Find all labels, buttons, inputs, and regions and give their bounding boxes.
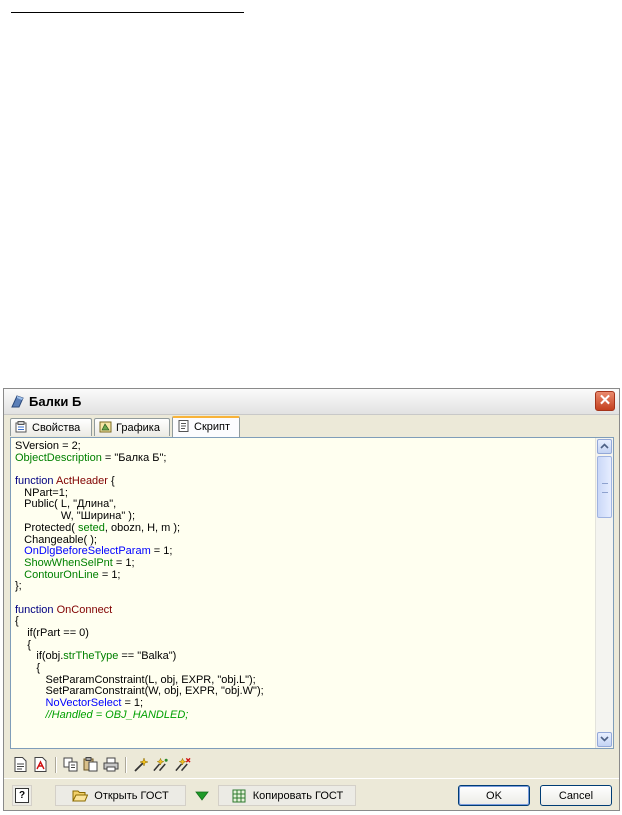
- tab-properties[interactable]: Свойства: [10, 418, 92, 436]
- copy-gost-label: Копировать ГОСТ: [252, 789, 344, 802]
- code-token: if(obj.: [15, 650, 64, 663]
- wand-multi-icon: [153, 757, 168, 771]
- paste-button[interactable]: [82, 755, 99, 773]
- open-gost-button[interactable]: Открыть ГОСТ: [55, 785, 186, 806]
- code-token: {: [15, 662, 41, 675]
- tab-properties-label: Свойства: [32, 422, 81, 434]
- code-line: if(rPart == 0): [15, 627, 591, 640]
- folder-open-icon: [72, 790, 89, 801]
- code-token: function: [15, 603, 57, 616]
- code-token: {: [15, 615, 19, 628]
- code-token: {: [15, 638, 31, 651]
- magic-wand-remove-button[interactable]: [174, 755, 191, 773]
- magic-wand-multi-button[interactable]: [152, 755, 169, 773]
- code-line: };: [15, 580, 591, 593]
- print-button[interactable]: [102, 755, 119, 773]
- code-token: Changeable( );: [15, 533, 97, 546]
- code-line: if(obj.strTheType == "Balka"): [15, 651, 591, 663]
- toolbar-separator: [125, 757, 127, 773]
- code-token: SetParamConstraint(L, obj, EXPR, "obj.L"…: [15, 673, 256, 686]
- close-button[interactable]: ✕: [595, 391, 615, 411]
- code-token: Protected(: [15, 521, 78, 534]
- code-token: };: [15, 580, 22, 593]
- beam-app-icon: [11, 395, 24, 408]
- help-icon: ?: [15, 788, 29, 803]
- toolbar-separator: [55, 757, 57, 773]
- code-token: , obozn, H, m );: [104, 521, 181, 534]
- code-token: ObjectDescription: [15, 451, 102, 464]
- chevron-up-icon: [600, 443, 609, 449]
- script-icon: [178, 420, 189, 432]
- copy-gost-button[interactable]: Копировать ГОСТ: [218, 785, 356, 806]
- tab-script-label: Скрипт: [194, 421, 231, 433]
- wand-icon: [133, 756, 149, 772]
- code-token: = "Балка Б";: [101, 451, 167, 464]
- code-line: function OnConnect: [15, 603, 591, 617]
- pdf-export-button[interactable]: [32, 755, 49, 773]
- code-token: NoVectorSelect: [15, 697, 122, 710]
- top-rule-line: [11, 12, 244, 13]
- graphics-icon: [99, 421, 112, 433]
- code-line: ContourOnLine = 1;: [15, 568, 591, 582]
- dialog-window: Балки Б ✕ Свойства Графика Скрипт SVersi…: [3, 388, 620, 811]
- new-doc-icon: [14, 756, 27, 772]
- properties-icon: [15, 421, 27, 433]
- script-editor[interactable]: SVersion = 2; ObjectDescription = "Балка …: [10, 437, 614, 749]
- magic-wand-button[interactable]: [132, 755, 149, 773]
- code-token: OnDlgBeforeSelectParam: [15, 545, 151, 558]
- gost-dropdown-button[interactable]: [190, 785, 214, 806]
- code-token: NPart=1;: [15, 486, 68, 499]
- paste-icon: [83, 756, 97, 771]
- code-line: //Handled = OBJ_HANDLED;: [15, 708, 591, 722]
- bottom-button-bar: ? Открыть ГОСТ Копировать ГОСТ OK Cancel: [4, 778, 619, 811]
- code-line: {: [15, 615, 591, 628]
- table-grid-icon: [232, 789, 246, 802]
- wand-remove-icon: [175, 757, 191, 771]
- scroll-down-button[interactable]: [597, 732, 612, 747]
- code-token: ActHeader: [55, 475, 108, 488]
- tab-script[interactable]: Скрипт: [172, 416, 240, 437]
- code-token: = 1;: [98, 568, 121, 581]
- triangle-down-icon: [195, 791, 209, 801]
- code-token: if(rPart == 0): [15, 627, 89, 639]
- scroll-grip-icon: [602, 483, 608, 493]
- code-token: strTheType: [63, 650, 119, 663]
- scroll-thumb[interactable]: [597, 456, 612, 518]
- code-area[interactable]: SVersion = 2; ObjectDescription = "Балка …: [15, 441, 591, 747]
- title-bar[interactable]: Балки Б ✕: [4, 389, 619, 415]
- scroll-up-button[interactable]: [597, 439, 612, 454]
- copy-icon: [63, 757, 77, 771]
- code-token: = 1;: [112, 556, 135, 569]
- code-token: W, "Ширина" );: [15, 510, 135, 523]
- print-icon: [103, 757, 118, 771]
- code-token: SetParamConstraint(W, obj, EXPR, "obj.W"…: [15, 685, 264, 698]
- code-line: ObjectDescription = "Балка Б";: [15, 451, 591, 465]
- code-token: function: [15, 475, 56, 488]
- chevron-down-icon: [600, 736, 609, 742]
- code-token: == "Balka"): [118, 650, 177, 663]
- code-token: ShowWhenSelPnt: [15, 556, 113, 569]
- code-token: = 1;: [121, 697, 144, 710]
- code-token: Public( L, "Длина",: [15, 498, 117, 511]
- code-token: {: [107, 475, 115, 488]
- code-line: Protected( seted, obozn, H, m );: [15, 521, 591, 535]
- code-token: SVersion = 2;: [15, 441, 81, 452]
- code-line: function ActHeader {: [15, 475, 591, 488]
- help-button[interactable]: ?: [12, 785, 32, 806]
- code-token: ContourOnLine: [15, 568, 99, 581]
- window-title: Балки Б: [29, 394, 82, 409]
- vertical-scrollbar[interactable]: [595, 438, 613, 748]
- code-token: seted: [77, 521, 105, 534]
- ok-button[interactable]: OK: [458, 785, 530, 806]
- open-gost-label: Открыть ГОСТ: [94, 789, 169, 802]
- new-document-button[interactable]: [12, 755, 29, 773]
- copy-button[interactable]: [62, 755, 79, 773]
- pdf-icon: [34, 756, 47, 772]
- tab-graphics-label: Графика: [116, 422, 160, 434]
- tab-graphics[interactable]: Графика: [94, 418, 170, 436]
- cancel-button[interactable]: Cancel: [540, 785, 612, 806]
- code-token: = 1;: [150, 545, 173, 558]
- code-token: OnConnect: [56, 603, 113, 616]
- code-token: //Handled = OBJ_HANDLED;: [15, 708, 189, 721]
